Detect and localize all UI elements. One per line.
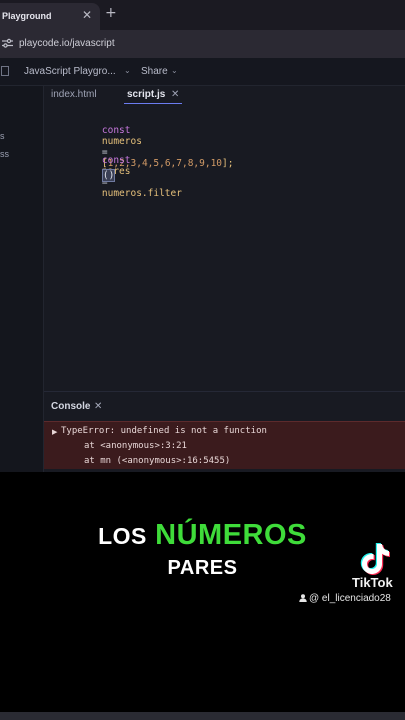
chevron-down-icon[interactable]: ⌄	[171, 66, 178, 75]
error-message: TypeError: undefined is not a function	[61, 426, 267, 436]
code-parens-selected: ()	[101, 169, 116, 182]
sidebar-item[interactable]: ss	[0, 149, 9, 159]
active-tab-indicator	[124, 103, 182, 104]
tab-script-js[interactable]: script.js	[127, 89, 165, 100]
tab-title: Playground	[2, 11, 52, 21]
user-icon	[299, 594, 307, 602]
chevron-down-icon[interactable]: ⌄	[124, 66, 131, 75]
site-settings-icon[interactable]	[2, 38, 13, 48]
console-title: Console	[51, 401, 91, 412]
code-editor[interactable]: index.html script.js ✕ const numeros = […	[44, 86, 405, 391]
app-header: JavaScript Playgro... ⌄ Share ⌄	[0, 58, 405, 86]
error-stack-line: at mn (<anonymous>:16:5455)	[84, 456, 231, 466]
address-bar[interactable]: playcode.io/javascript	[0, 30, 405, 58]
error-stack-line: at <anonymous>:3:21	[84, 441, 187, 451]
expand-triangle-icon[interactable]: ▶	[52, 428, 57, 436]
console-error-entry[interactable]: ▶ TypeError: undefined is not a function…	[44, 421, 405, 469]
file-sidebar: s ss	[0, 86, 44, 472]
tab-close-icon[interactable]: ✕	[82, 8, 92, 22]
close-icon[interactable]: ✕	[94, 401, 102, 412]
tab-index-html[interactable]: index.html	[51, 89, 97, 100]
caption-line-1: LOS NÚMEROS	[0, 519, 405, 552]
close-icon[interactable]: ✕	[171, 89, 179, 100]
browser-tab-bar: Playground ✕ +	[0, 0, 405, 30]
tiktok-logo-icon	[360, 543, 390, 575]
caption-word: LOS	[98, 523, 147, 549]
bottom-strip	[0, 712, 405, 720]
sidebar-toggle-icon[interactable]	[1, 66, 9, 76]
code-keyword: const	[101, 125, 131, 136]
creator-handle: @ el_licenciado28	[299, 593, 391, 604]
project-name[interactable]: JavaScript Playgro...	[24, 66, 116, 77]
url-text[interactable]: playcode.io/javascript	[19, 38, 115, 49]
new-tab-icon[interactable]: +	[105, 5, 117, 21]
console-panel: Console ✕ ▶ TypeError: undefined is not …	[44, 391, 405, 472]
code-bracket: ];	[222, 158, 234, 169]
tiktok-brand-text: TikTok	[352, 575, 393, 590]
code-line-3[interactable]: ()	[79, 158, 116, 193]
browser-tab[interactable]: Playground ✕	[0, 3, 100, 30]
sidebar-item[interactable]: s	[0, 131, 5, 141]
caption-highlight-word: NÚMEROS	[155, 519, 307, 551]
share-button[interactable]: Share	[141, 66, 168, 77]
creator-handle-text: @ el_licenciado28	[309, 593, 391, 604]
caption-line-2: PARES	[167, 557, 238, 579]
